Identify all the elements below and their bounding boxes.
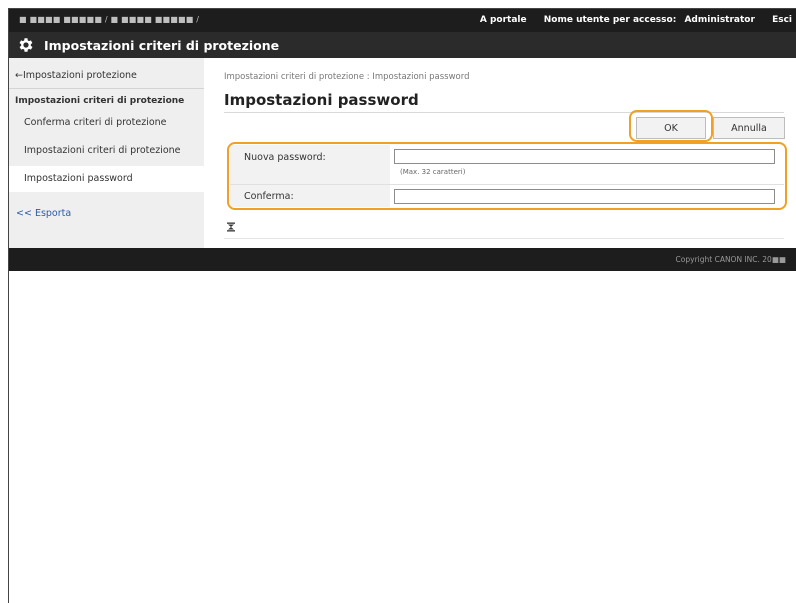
confirm-password-label: Conferma: xyxy=(244,191,294,202)
sidebar-group-title: Impostazioni criteri di protezione xyxy=(15,96,185,106)
copyright-text: Copyright CANON INC. 20■■ xyxy=(675,255,786,264)
new-password-label: Nuova password: xyxy=(244,152,326,163)
sidebar-item-impostazioni-password[interactable]: Impostazioni password xyxy=(9,166,204,192)
export-link[interactable]: << Esporta xyxy=(16,208,71,219)
back-link[interactable]: ←Impostazioni protezione xyxy=(15,70,137,81)
sidebar-divider xyxy=(9,88,204,89)
login-user-label: Nome utente per accesso: xyxy=(543,15,677,25)
cancel-button[interactable]: Annulla xyxy=(713,117,785,139)
top-bar: ■ ■■■■ ■■■■■ / ■ ■■■■ ■■■■■ / A portale … xyxy=(9,9,796,32)
app-title: Impostazioni criteri di protezione xyxy=(44,38,280,53)
logout-link[interactable]: Esci xyxy=(772,15,792,25)
new-password-hint: (Max. 32 caratteri) xyxy=(400,168,466,176)
main-content: Impostazioni criteri di protezione : Imp… xyxy=(204,58,796,248)
ok-button[interactable]: OK xyxy=(636,117,706,139)
confirm-password-field[interactable] xyxy=(394,189,775,204)
sidebar-item-label: Impostazioni password xyxy=(24,173,133,184)
sidebar: ←Impostazioni protezione Impostazioni cr… xyxy=(9,58,204,248)
page-title: Impostazioni password xyxy=(224,91,419,109)
sidebar-item-conferma-criteri[interactable]: Conferma criteri di protezione xyxy=(9,110,204,136)
title-divider xyxy=(224,112,784,113)
device-address: ■ ■■■■ ■■■■■ / ■ ■■■■ ■■■■■ / xyxy=(19,15,200,24)
collapse-icon[interactable] xyxy=(226,222,236,232)
new-password-field[interactable] xyxy=(394,149,775,164)
content-divider xyxy=(224,238,784,239)
sidebar-item-impostazioni-criteri[interactable]: Impostazioni criteri di protezione xyxy=(9,138,204,164)
top-links: A portale Nome utente per accesso: Admin… xyxy=(466,15,792,25)
form-row-divider xyxy=(230,184,784,185)
sidebar-item-label: Conferma criteri di protezione xyxy=(24,117,167,128)
footer: Copyright CANON INC. 20■■ xyxy=(9,248,796,271)
breadcrumb: Impostazioni criteri di protezione : Imp… xyxy=(224,72,470,82)
login-user-value: Administrator xyxy=(684,15,755,25)
gear-icon xyxy=(19,38,33,52)
title-bar: Impostazioni criteri di protezione xyxy=(9,32,796,58)
sidebar-item-label: Impostazioni criteri di protezione xyxy=(24,145,181,156)
portal-link[interactable]: A portale xyxy=(480,15,527,25)
